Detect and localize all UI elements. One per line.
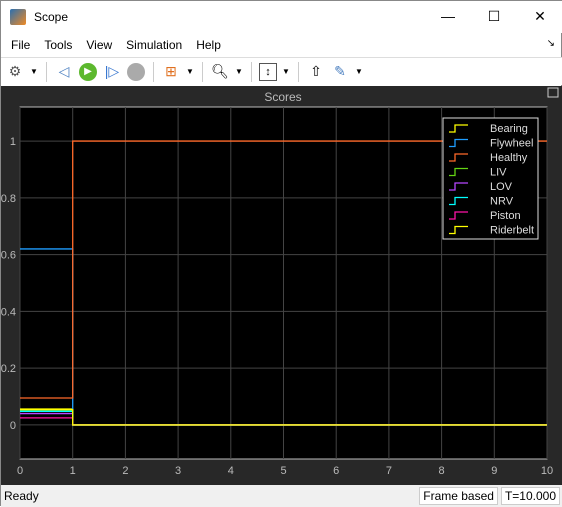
y-tick-label: 0.8	[1, 193, 16, 205]
x-tick-label: 5	[280, 465, 286, 477]
y-tick-label: 1	[10, 136, 16, 148]
chevron-down-icon[interactable]: ▼	[234, 67, 244, 76]
scale-axes-icon[interactable]: ↕	[259, 62, 277, 81]
step-back-icon[interactable]: ◁	[54, 62, 74, 82]
x-tick-label: 0	[17, 465, 23, 477]
sim-time: T=10.000	[500, 487, 560, 505]
status-text: Ready	[4, 489, 39, 503]
plot-title: Scores	[264, 90, 301, 104]
chevron-down-icon[interactable]: ▼	[354, 67, 364, 76]
menu-bar: File Tools View Simulation Help	[1, 34, 562, 56]
menu-view[interactable]: View	[79, 38, 119, 52]
menu-simulation[interactable]: Simulation	[119, 38, 189, 52]
scope-display: Scores 0 1 2 3 4 5 6 7 8 9 10 0 0.2 0.4 0.6 0.8 1 Bearing…	[1, 86, 562, 485]
x-tick-label: 3	[175, 465, 181, 477]
y-tick-label: 0.4	[1, 306, 16, 318]
measurements-icon[interactable]: ✎	[330, 62, 350, 82]
y-tick-label: 0.6	[1, 250, 16, 262]
maximize-button[interactable]: ☐	[471, 1, 517, 31]
legend-label: Bearing	[490, 123, 528, 135]
dock-icon[interactable]: ↘	[547, 38, 555, 49]
chevron-down-icon[interactable]: ▼	[185, 67, 195, 76]
zoom-in-icon[interactable]: 🔍︎	[210, 62, 230, 82]
menu-file[interactable]: File	[4, 38, 37, 52]
x-tick-label: 8	[439, 465, 445, 477]
legend-label: NRV	[490, 196, 514, 208]
legend-label: Piston	[490, 210, 521, 222]
matlab-icon	[10, 9, 26, 25]
x-tick-label: 7	[386, 465, 392, 477]
x-tick-label: 9	[491, 465, 497, 477]
legend-label: LOV	[490, 181, 513, 193]
title-bar: Scope — ☐ ✕	[1, 1, 562, 33]
scores-plot[interactable]: Scores 0 1 2 3 4 5 6 7 8 9 10 0 0.2 0.4 0.6 0.8 1 Bearing…	[1, 86, 562, 485]
x-tick-label: 4	[228, 465, 234, 477]
close-button[interactable]: ✕	[517, 1, 562, 31]
legend-label: Riderbelt	[490, 225, 534, 237]
stop-icon[interactable]	[126, 62, 146, 82]
y-tick-label: 0.2	[1, 363, 16, 375]
minimize-button[interactable]: —	[425, 1, 471, 31]
y-tick-label: 0	[10, 420, 16, 432]
x-tick-label: 1	[70, 465, 76, 477]
legend-label: LIV	[490, 167, 507, 179]
menu-help[interactable]: Help	[189, 38, 228, 52]
triggers-icon[interactable]: ⇧	[306, 62, 326, 82]
status-bar: Ready Frame based T=10.000	[1, 485, 562, 507]
signal-selector-icon[interactable]: ⊞	[161, 62, 181, 82]
step-forward-icon[interactable]: |▷	[102, 62, 122, 82]
run-icon[interactable]: ▶	[78, 62, 98, 82]
legend-label: Flywheel	[490, 138, 533, 150]
gear-icon[interactable]: ⚙	[5, 62, 25, 82]
undock-axes-icon[interactable]	[547, 87, 559, 98]
frame-mode: Frame based	[419, 487, 498, 505]
chevron-down-icon[interactable]: ▼	[29, 67, 39, 76]
x-tick-label: 2	[122, 465, 128, 477]
toolbar: ⚙ ▼ ◁ ▶ |▷ ⊞ ▼ 🔍︎ ▼ ↕ ▼ ⇧ ✎ ▼	[1, 57, 562, 85]
x-tick-label: 6	[333, 465, 339, 477]
chevron-down-icon[interactable]: ▼	[281, 67, 291, 76]
x-tick-label: 10	[541, 465, 553, 477]
menu-tools[interactable]: Tools	[37, 38, 79, 52]
legend-label: Healthy	[490, 152, 528, 164]
window-title: Scope	[34, 10, 69, 24]
